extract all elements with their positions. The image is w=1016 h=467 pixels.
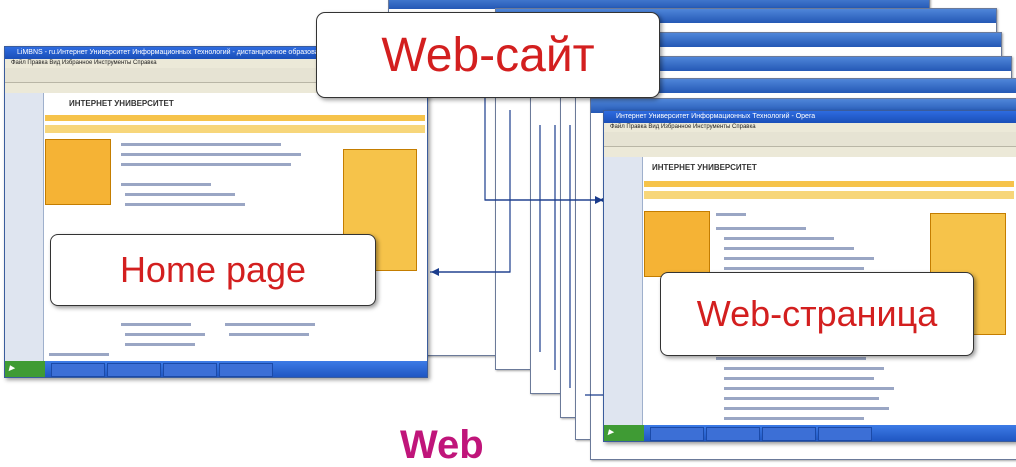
taskbar-item[interactable]	[762, 427, 816, 441]
start-button[interactable]: ▶	[5, 361, 45, 377]
text-line	[724, 247, 854, 250]
header-stripe	[644, 181, 1014, 187]
taskbar-item[interactable]	[650, 427, 704, 441]
text-line	[724, 367, 884, 370]
text-line	[121, 183, 211, 186]
taskbar-item[interactable]	[706, 427, 760, 441]
text-line	[724, 407, 889, 410]
text-line	[121, 143, 281, 146]
home-page-label: Home page	[119, 249, 307, 290]
left-sidebar	[604, 157, 643, 425]
web-page-callout: Web-страница	[660, 272, 974, 356]
text-line	[724, 267, 864, 270]
nav-stripe	[45, 125, 425, 133]
text-line	[716, 227, 806, 230]
text-line	[121, 153, 301, 156]
site-logo: ИНТЕРНЕТ УНИВЕРСИТЕТ	[69, 99, 174, 108]
text-line	[724, 417, 864, 420]
login-box	[644, 211, 710, 277]
taskbar-item[interactable]	[51, 363, 105, 377]
slide-title: Web	[400, 423, 484, 467]
start-button[interactable]: ▶	[604, 425, 644, 441]
site-logo: ИНТЕРНЕТ УНИВЕРСИТЕТ	[652, 163, 757, 172]
text-line	[724, 387, 894, 390]
taskbar-item[interactable]	[818, 427, 872, 441]
web-page-label: Web-страница	[696, 293, 938, 334]
browser-toolbar[interactable]	[604, 132, 1016, 147]
connector-line-2	[430, 110, 511, 273]
taskbar-item[interactable]	[107, 363, 161, 377]
text-line	[121, 323, 191, 326]
text-line	[125, 203, 245, 206]
text-line	[724, 397, 879, 400]
text-line	[229, 333, 309, 336]
taskbar: ▶	[604, 425, 1016, 441]
nav-stripe	[644, 191, 1014, 199]
text-line	[724, 237, 834, 240]
home-page-callout: Home page	[50, 234, 376, 306]
menu-bar[interactable]: Файл Правка Вид Избранное Инструменты Сп…	[604, 123, 1016, 132]
page-content: ИНТЕРНЕТ УНИВЕРСИТЕТ	[5, 93, 427, 364]
left-sidebar	[5, 93, 44, 361]
header-stripe	[45, 115, 425, 121]
text-line	[125, 343, 195, 346]
text-line	[724, 377, 874, 380]
text-line	[716, 213, 746, 216]
text-line	[125, 193, 235, 196]
text-line	[49, 353, 109, 356]
taskbar-item[interactable]	[219, 363, 273, 377]
taskbar: ▶	[5, 361, 427, 377]
taskbar-item[interactable]	[163, 363, 217, 377]
text-line	[225, 323, 315, 326]
text-line	[125, 333, 205, 336]
text-line	[724, 257, 874, 260]
text-line	[716, 357, 866, 360]
text-line	[121, 163, 291, 166]
window-title: Интернет Университет Информационных Техн…	[604, 111, 1016, 123]
login-box	[45, 139, 111, 205]
website-label: Web-сайт	[381, 28, 595, 82]
website-callout: Web-сайт	[316, 12, 660, 98]
